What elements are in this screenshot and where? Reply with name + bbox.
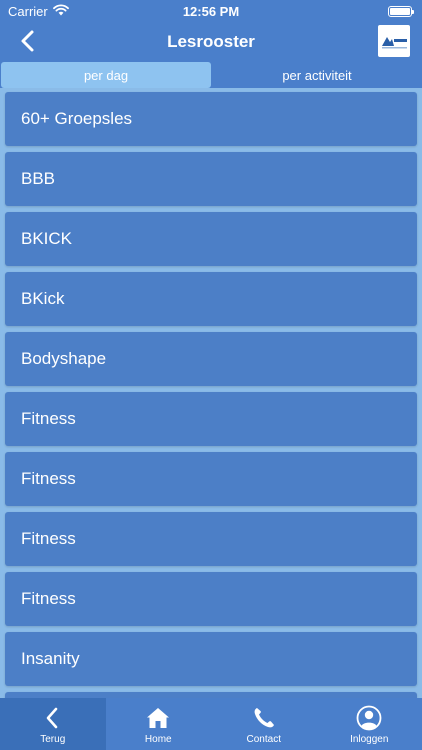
tab-login-label: Inloggen [350,734,389,745]
battery-icon [388,6,414,17]
tab-contact[interactable]: Contact [211,698,317,750]
tab-login[interactable]: Inloggen [317,698,422,750]
user-icon [356,705,382,731]
tab-contact-label: Contact [246,734,281,745]
list-item[interactable]: BBB [5,152,417,206]
list-item[interactable]: Bodyshape [5,332,417,386]
status-bar: Carrier 12:56 PM [0,0,422,22]
tab-back-label: Terug [40,734,66,745]
segmented-control: per dag per activiteit [0,60,422,88]
status-time: 12:56 PM [182,4,240,19]
segment-per-dag[interactable]: per dag [1,62,211,88]
tab-bar: Terug Home Contact Inloggen [0,698,422,750]
list-item[interactable]: BKick [5,272,417,326]
list-item[interactable]: BKICK [5,212,417,266]
tab-home-label: Home [144,734,172,745]
segmented-control-inner: per dag per activiteit [0,62,422,88]
activity-list: 60+ Groepsles BBB BKICK BKick Bodyshape … [0,88,422,698]
medifit-logo-icon [382,37,407,49]
tab-home[interactable]: Home [106,698,212,750]
list-item[interactable]: Insanity [5,632,417,686]
home-icon [147,708,170,728]
phone-icon [254,708,274,728]
nav-bar: Lesrooster [0,22,422,60]
page-title: Lesrooster [167,32,255,51]
segment-per-activiteit[interactable]: per activiteit [212,62,422,88]
list-item[interactable]: Fitness [5,392,417,446]
list-item[interactable]: Fitness [5,452,417,506]
tab-back[interactable]: Terug [0,698,106,750]
list-item[interactable]: Fitness [5,512,417,566]
app-screen: Carrier 12:56 PM Lesrooster per dag per … [0,0,422,750]
brand-logo [378,25,410,57]
chevron-left-icon [46,707,58,729]
list-item[interactable]: 60+ Groepsles [5,92,417,146]
list-item[interactable]: Fitness [5,572,417,626]
